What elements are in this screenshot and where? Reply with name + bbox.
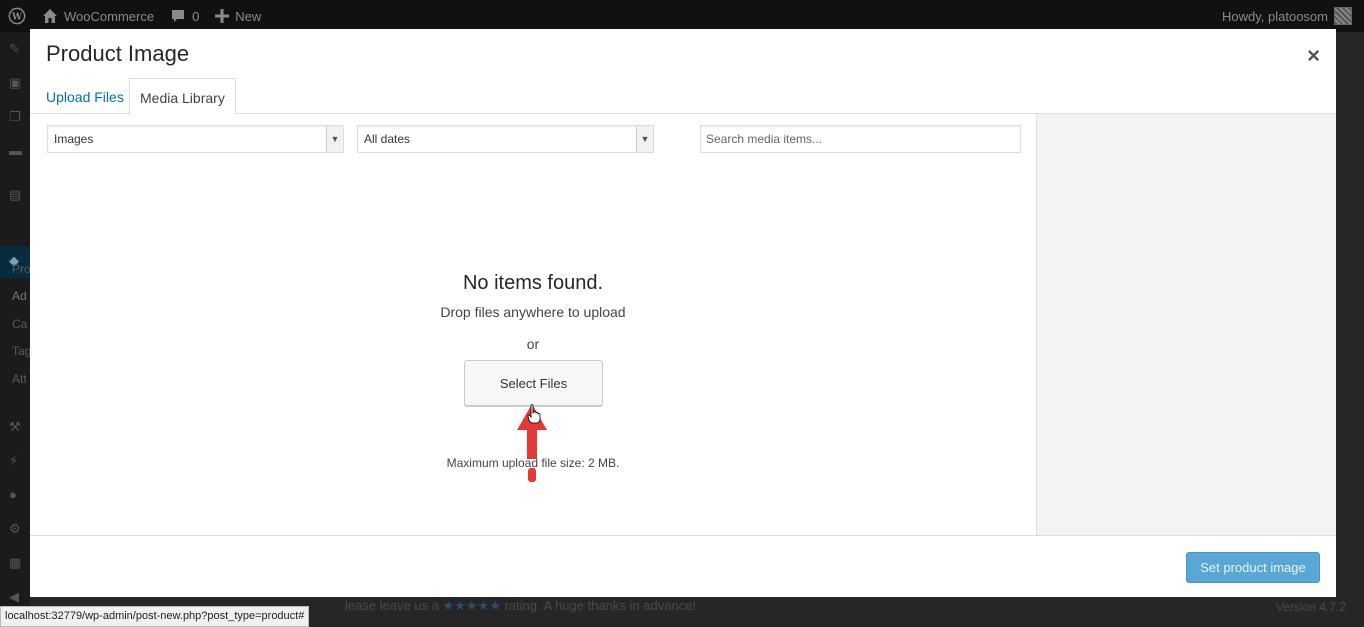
attachment-details-panel — [1036, 114, 1336, 535]
rating-stars-link[interactable]: ★★★★★ — [443, 598, 501, 613]
tab-media-library[interactable]: Media Library — [129, 78, 236, 115]
tools-icon: ⚒ — [9, 419, 21, 434]
svg-text:W: W — [11, 13, 23, 23]
howdy-text: Howdy, platoosom — [1222, 8, 1328, 24]
settings-icon: ▦ — [9, 555, 22, 570]
search-media-input[interactable] — [700, 125, 1021, 153]
media-content: Images ▼ All dates ▼ No items found. Dro… — [30, 114, 1036, 535]
sidebar-item-categories: Ca — [12, 317, 28, 331]
hand-cursor-icon — [527, 404, 541, 424]
media-type-value: Images — [54, 132, 94, 146]
pages-icon: ❐ — [9, 109, 21, 124]
admin-sidebar: ✎ ▣ ❐ ▬ ▤ ◆ Pro Ad Ca Tag Att ⚒ ⚡ ● ⚙ ▦ … — [0, 32, 32, 627]
media-type-filter[interactable]: Images ▼ — [47, 125, 344, 153]
sidebar-item-attributes: Att — [12, 372, 27, 386]
chevron-down-icon: ▼ — [636, 126, 653, 152]
comment-icon — [172, 10, 185, 22]
my-account[interactable]: Howdy, platoosom — [1214, 0, 1364, 32]
wrench-icon: ⚙ — [9, 521, 21, 536]
chevron-down-icon: ▼ — [326, 126, 343, 152]
comments-icon: ▬ — [9, 143, 22, 158]
version-text: Version 4.7.2 — [1275, 600, 1346, 614]
media-tabs: Upload Files Media Library — [30, 78, 1336, 115]
sidebar-item-tags: Tag — [12, 344, 32, 358]
select-files-button[interactable]: Select Files — [464, 360, 603, 406]
site-name-link[interactable]: WooCommerce — [34, 0, 162, 32]
modal-toolbar: Set product image — [30, 535, 1336, 597]
product-image-modal: Product Image × Upload Files Media Libra… — [30, 29, 1336, 597]
users-icon: ● — [9, 487, 17, 502]
browser-status-url: localhost:32779/wp-admin/post-new.php?po… — [0, 606, 310, 627]
plugins-icon: ⚡ — [9, 453, 19, 468]
set-product-image-button[interactable]: Set product image — [1186, 552, 1320, 583]
modal-title: Product Image — [46, 41, 190, 66]
close-icon[interactable]: × — [1307, 43, 1320, 69]
avatar — [1334, 7, 1352, 25]
home-icon — [43, 9, 57, 23]
comments-link[interactable]: 0 — [162, 0, 207, 32]
tab-upload-files[interactable]: Upload Files — [36, 78, 134, 114]
no-items-heading: No items found. — [462, 272, 604, 294]
woo-icon: ▤ — [9, 187, 22, 202]
comments-count: 0 — [192, 8, 200, 24]
pin-icon: ✎ — [9, 41, 20, 56]
admin-bar: W WooCommerce 0 New Howdy, platoosom — [0, 0, 1364, 32]
wordpress-logo[interactable]: W — [0, 0, 34, 32]
drop-instruction: Drop files anywhere to upload — [440, 304, 626, 320]
new-label: New — [235, 8, 262, 24]
collapse-icon: ◀ — [9, 589, 19, 604]
date-filter-value: All dates — [364, 132, 411, 146]
wordpress-icon: W — [8, 7, 26, 25]
site-name: WooCommerce — [64, 8, 155, 24]
plus-icon — [215, 9, 230, 23]
sidebar-item-products: Pro — [12, 262, 31, 276]
or-text: or — [526, 336, 540, 352]
date-filter[interactable]: All dates ▼ — [357, 125, 654, 153]
new-content-link[interactable]: New — [207, 0, 269, 32]
sidebar-item-add: Ad — [12, 289, 27, 303]
footer-text: lease leave us a ★★★★★ rating. A huge th… — [345, 598, 697, 613]
media-icon: ▣ — [9, 75, 22, 90]
